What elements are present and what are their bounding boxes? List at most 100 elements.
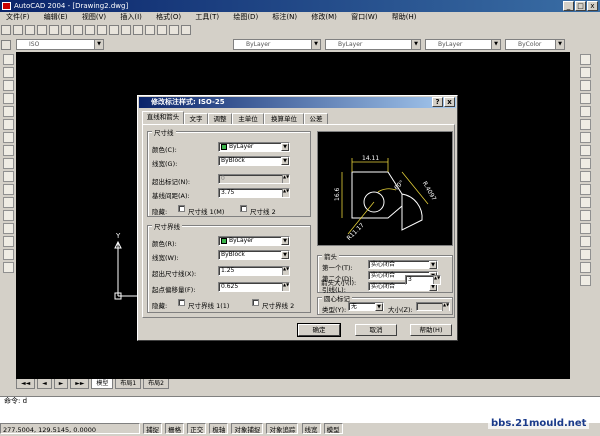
break-icon[interactable]	[579, 197, 591, 208]
extend-icon[interactable]	[579, 184, 591, 195]
undo-icon[interactable]	[109, 25, 119, 35]
line-icon[interactable]	[2, 54, 14, 65]
chevron-down-icon[interactable]: ▼	[429, 261, 437, 269]
extline-lineweight-select[interactable]: ByBlock ▼	[218, 250, 290, 260]
suppress-dimline2-checkbox[interactable]	[240, 205, 247, 212]
nav-first-icon[interactable]: ◄◄	[16, 379, 36, 389]
dialog-close-button[interactable]: x	[444, 97, 455, 107]
offset-icon[interactable]	[579, 93, 591, 104]
suppress-extline1-checkbox[interactable]	[178, 299, 185, 306]
stretch-icon[interactable]	[579, 158, 591, 169]
fillet-icon[interactable]	[579, 223, 591, 234]
tab-tolerances[interactable]: 公差	[304, 113, 328, 124]
copy-object-icon[interactable]	[579, 67, 591, 78]
print-icon[interactable]	[37, 25, 47, 35]
nav-next-icon[interactable]: ►	[53, 379, 69, 389]
arrow-size-input[interactable]: 3 ▲▼	[405, 275, 441, 285]
chevron-down-icon[interactable]: ▼	[94, 40, 103, 49]
tab-layout1[interactable]: 布局1	[115, 379, 142, 389]
nav-prev-icon[interactable]: ◄	[37, 379, 52, 389]
rotate-icon[interactable]	[579, 132, 591, 143]
dimline-color-select[interactable]: ByLayer ▼	[218, 142, 290, 152]
explode-icon[interactable]	[579, 236, 591, 247]
spinner-icon[interactable]: ▲▼	[282, 283, 289, 291]
first-arrow-select[interactable]: 实心闭合 ▼	[368, 260, 438, 269]
circle-icon[interactable]	[2, 132, 14, 143]
spinner-icon[interactable]: ▲▼	[282, 267, 289, 275]
layer-control[interactable]: ISO ▼	[16, 39, 104, 50]
ortho-toggle[interactable]: 正交	[187, 423, 207, 434]
preview-icon[interactable]	[49, 25, 59, 35]
lineweight-toggle[interactable]: 线宽	[301, 423, 321, 434]
snap-toggle[interactable]: 捕捉	[143, 423, 163, 434]
new-icon[interactable]	[1, 25, 11, 35]
polygon-icon[interactable]	[2, 93, 14, 104]
menu-modify[interactable]: 修改(M)	[305, 12, 343, 23]
polar-toggle[interactable]: 极轴	[209, 423, 229, 434]
tab-text[interactable]: 文字	[184, 113, 208, 124]
help-icon[interactable]	[181, 25, 191, 35]
spline-icon[interactable]	[2, 158, 14, 169]
chevron-down-icon[interactable]: ▼	[281, 251, 289, 259]
properties-icon[interactable]	[157, 25, 167, 35]
menu-window[interactable]: 窗口(W)	[345, 12, 383, 23]
point-icon[interactable]	[2, 210, 14, 221]
leader-icon[interactable]	[579, 262, 591, 273]
tab-alternate-units[interactable]: 换算单位	[264, 113, 304, 124]
make-block-icon[interactable]	[2, 197, 14, 208]
chevron-down-icon[interactable]: ▼	[375, 303, 383, 311]
trim-icon[interactable]	[579, 171, 591, 182]
chevron-down-icon[interactable]: ▼	[555, 40, 564, 49]
open-icon[interactable]	[13, 25, 23, 35]
mtext-icon[interactable]	[2, 262, 14, 273]
menu-tools[interactable]: 工具(T)	[189, 12, 225, 23]
suppress-dimline1-checkbox[interactable]	[178, 205, 185, 212]
osnap-toggle[interactable]: 对象捕捉	[231, 423, 264, 434]
chevron-down-icon[interactable]: ▼	[281, 157, 289, 165]
plotstyle-control[interactable]: ByColor ▼	[505, 39, 565, 50]
chevron-down-icon[interactable]: ▼	[411, 40, 420, 49]
insert-block-icon[interactable]	[2, 184, 14, 195]
rectangle-icon[interactable]	[2, 106, 14, 117]
layer-manager-icon[interactable]	[1, 40, 11, 50]
tab-lines-arrows[interactable]: 直线和箭头	[142, 111, 184, 124]
tab-model[interactable]: 模型	[91, 379, 114, 389]
maximize-button[interactable]: □	[575, 1, 586, 11]
lineweight-control[interactable]: ByLayer ▼	[425, 39, 501, 50]
polyline-icon[interactable]	[2, 80, 14, 91]
center-type-select[interactable]: 无 ▼	[348, 302, 384, 311]
copy-icon[interactable]	[73, 25, 83, 35]
linetype-control[interactable]: ByLayer ▼	[325, 39, 421, 50]
chevron-down-icon[interactable]: ▼	[281, 237, 289, 245]
ellipse-icon[interactable]	[2, 171, 14, 182]
extline-color-select[interactable]: ByLayer ▼	[218, 236, 290, 246]
tab-primary-units[interactable]: 主单位	[232, 113, 264, 124]
menu-view[interactable]: 视图(V)	[76, 12, 112, 23]
construction-line-icon[interactable]	[2, 67, 14, 78]
save-icon[interactable]	[25, 25, 35, 35]
chevron-down-icon[interactable]: ▼	[281, 143, 289, 151]
tab-fit[interactable]: 调整	[208, 113, 232, 124]
spinner-icon[interactable]: ▲▼	[433, 276, 440, 284]
revcloud-icon[interactable]	[2, 145, 14, 156]
close-button[interactable]: x	[587, 1, 598, 11]
zoom-icon[interactable]	[145, 25, 155, 35]
color-control[interactable]: ByLayer ▼	[233, 39, 321, 50]
menu-draw[interactable]: 绘图(D)	[227, 12, 264, 23]
ok-button[interactable]: 确定	[297, 323, 341, 337]
extline-offset-input[interactable]: 0.625 ▲▼	[218, 282, 290, 292]
dimline-lineweight-select[interactable]: ByBlock ▼	[218, 156, 290, 166]
menu-help[interactable]: 帮助(H)	[386, 12, 423, 23]
extline-extend-input[interactable]: 1.25 ▲▼	[218, 266, 290, 276]
menu-insert[interactable]: 插入(I)	[114, 12, 148, 23]
otrack-toggle[interactable]: 对象追踪	[266, 423, 299, 434]
cut-icon[interactable]	[61, 25, 71, 35]
suppress-extline2-checkbox[interactable]	[252, 299, 259, 306]
redo-icon[interactable]	[121, 25, 131, 35]
table-icon[interactable]	[2, 249, 14, 260]
pan-icon[interactable]	[133, 25, 143, 35]
chamfer-icon[interactable]	[579, 210, 591, 221]
scale-icon[interactable]	[579, 145, 591, 156]
minimize-button[interactable]: _	[563, 1, 574, 11]
chevron-down-icon[interactable]: ▼	[491, 40, 500, 49]
